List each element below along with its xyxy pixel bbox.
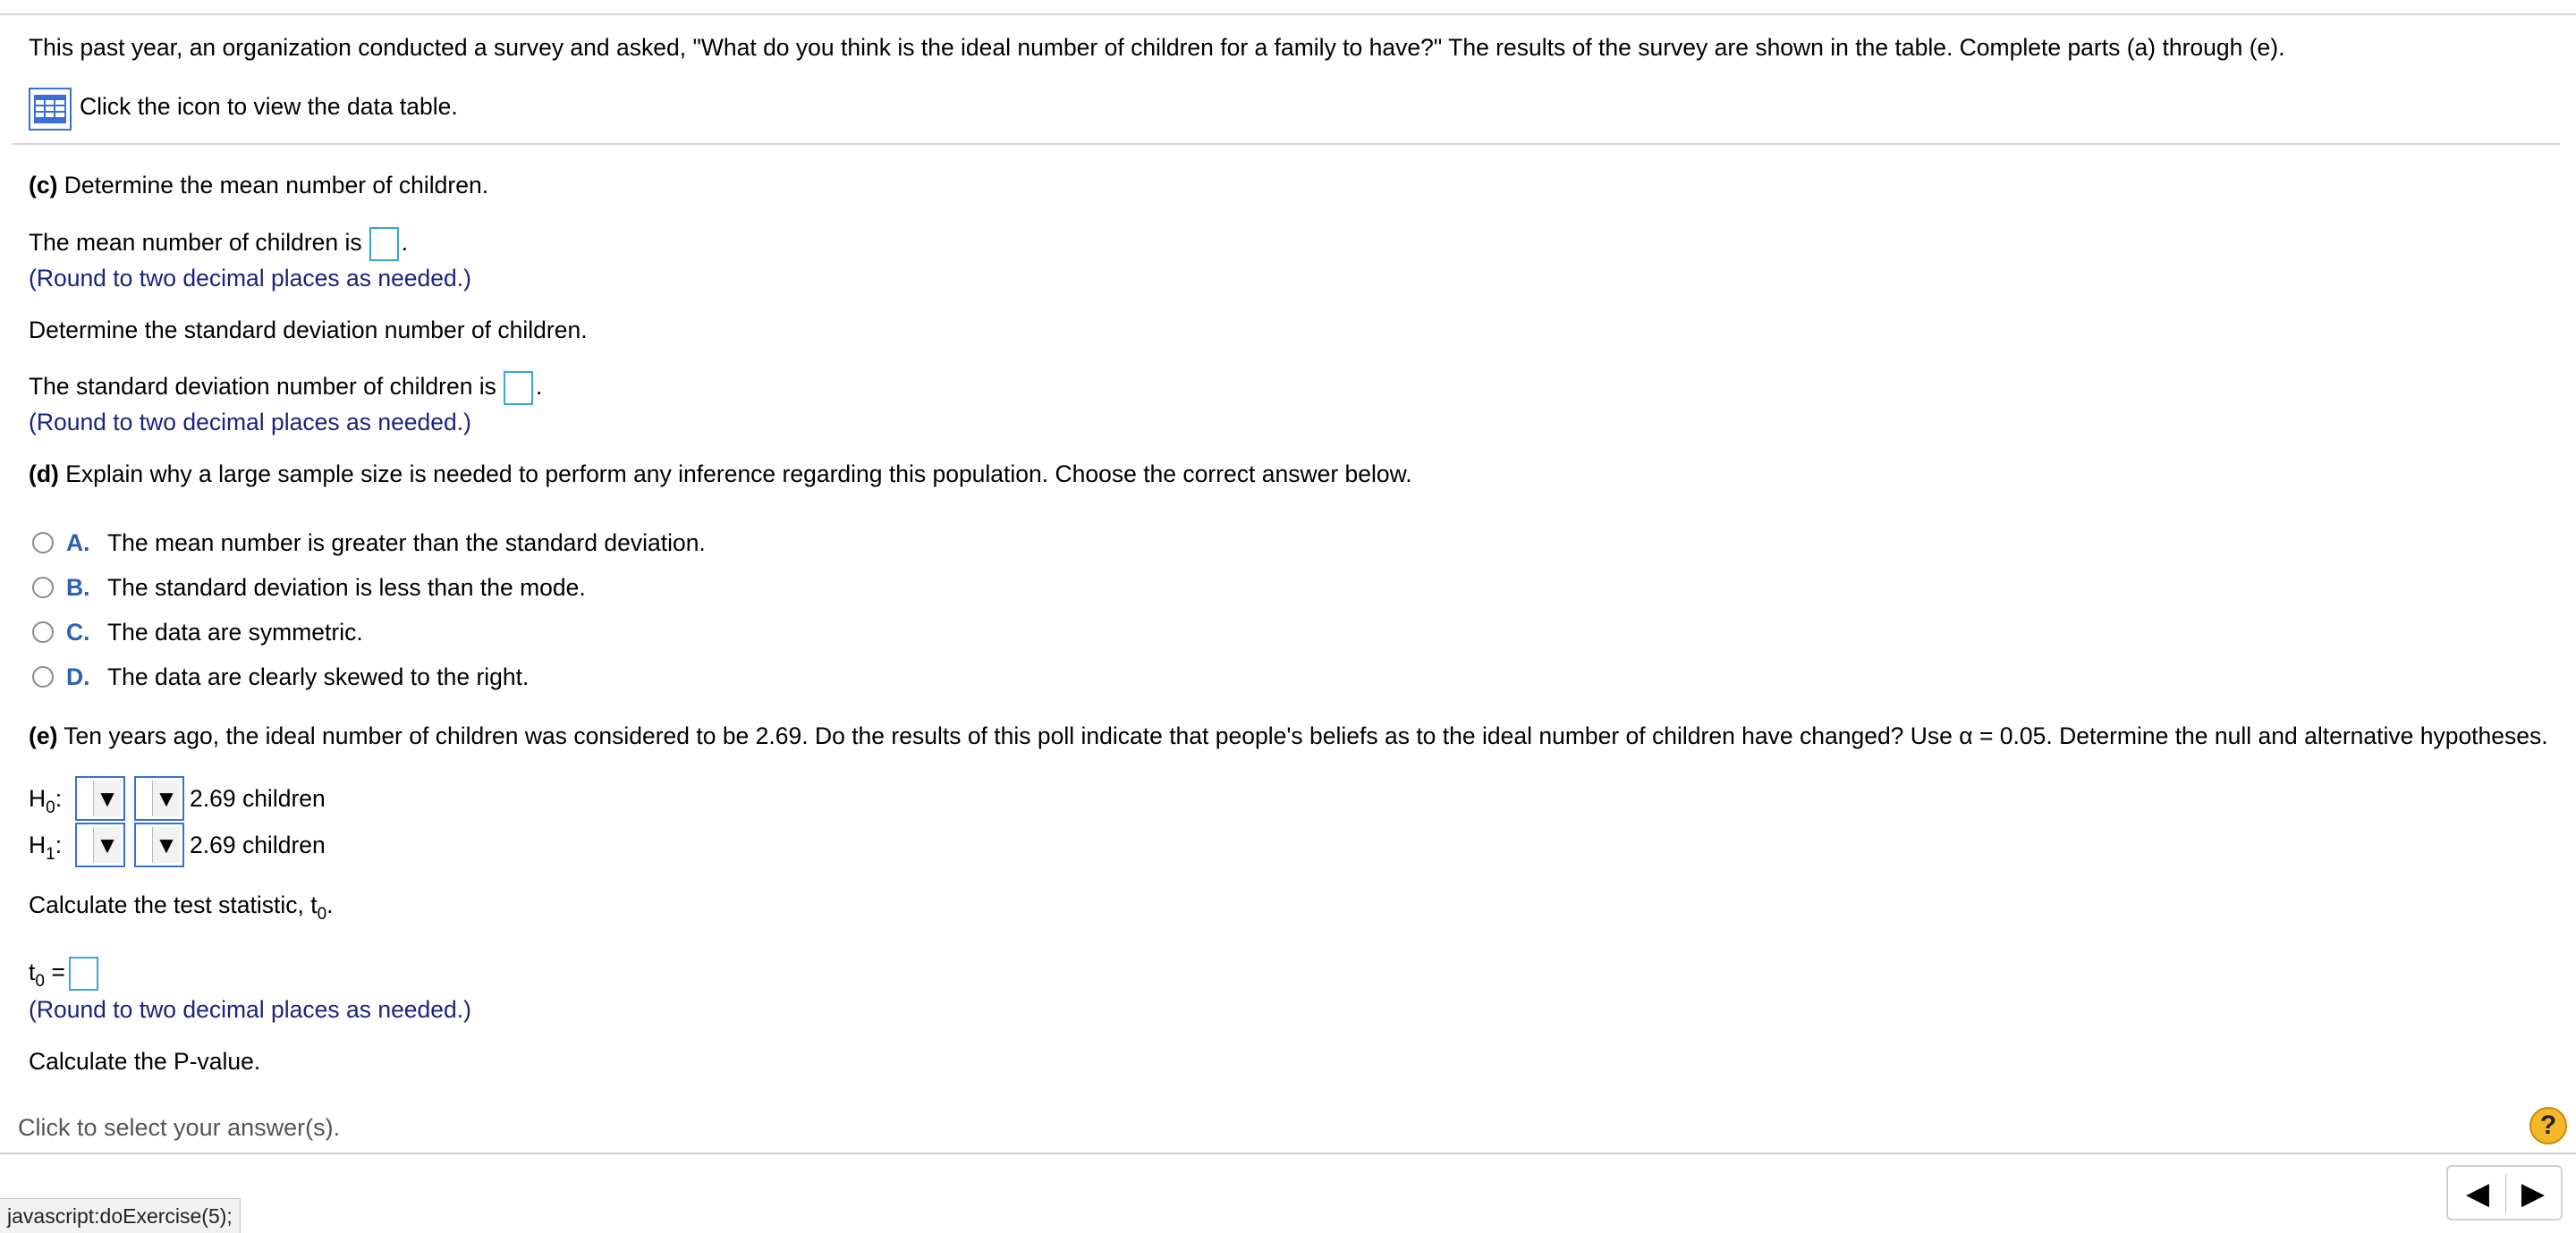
part-e-text: Ten years ago, the ideal number of child…: [64, 722, 2548, 749]
option-c[interactable]: C. The data are symmetric.: [32, 617, 363, 647]
footer-instruction: Click to select your answer(s).: [18, 1114, 341, 1141]
help-icon[interactable]: ?: [2529, 1107, 2567, 1144]
h1-subscript: 1: [46, 845, 55, 864]
radio-d[interactable]: [32, 666, 54, 688]
pvalue-prompt: Calculate the P-value.: [29, 1048, 261, 1075]
sd-line: The standard deviation number of childre…: [29, 371, 542, 405]
chevron-down-icon: ▼: [152, 781, 180, 816]
question-intro: This past year, an organization conducte…: [29, 34, 2285, 61]
exercise-nav: ◀ ▶: [2446, 1165, 2563, 1220]
mean-answer-box[interactable]: [369, 227, 399, 261]
t0-subscript: 0: [35, 972, 45, 991]
part-e-prompt: (e) Ten years ago, the ideal number of c…: [29, 721, 2548, 751]
radio-b[interactable]: [32, 577, 54, 598]
sd-prompt: Determine the standard deviation number …: [29, 317, 588, 343]
sd-answer-box[interactable]: [503, 371, 533, 405]
h1-value: 2.69 children: [190, 832, 326, 858]
t0-round-note: (Round to two decimal places as needed.): [29, 996, 471, 1023]
option-a-letter: A.: [66, 529, 90, 556]
option-a[interactable]: A. The mean number is greater than the st…: [32, 528, 706, 558]
mean-text: The mean number of children is: [29, 229, 362, 256]
option-b-letter: B.: [66, 574, 90, 601]
section-divider: [13, 143, 2560, 145]
h0-parameter-select[interactable]: ▼: [75, 776, 125, 821]
part-e-label: (e): [29, 722, 58, 749]
h1-parameter-select[interactable]: ▼: [75, 823, 125, 867]
nav-separator: [2505, 1174, 2506, 1213]
next-button[interactable]: ▶: [2514, 1175, 2552, 1212]
option-d-text: The data are clearly skewed to the right…: [107, 663, 530, 690]
sd-round-note: (Round to two decimal places as needed.): [29, 409, 471, 435]
h0-operator-select[interactable]: ▼: [134, 776, 184, 821]
test-stat-period: .: [326, 891, 334, 918]
radio-a[interactable]: [32, 532, 54, 553]
mean-suffix: .: [401, 229, 409, 256]
option-d[interactable]: D. The data are clearly skewed to the rig…: [32, 662, 529, 692]
option-d-letter: D.: [66, 663, 90, 690]
sd-text: The standard deviation number of childre…: [29, 373, 496, 400]
option-c-letter: C.: [66, 619, 90, 646]
option-b[interactable]: B. The standard deviation is less than th…: [32, 572, 586, 603]
part-d-prompt: (d) Explain why a large sample size is n…: [29, 459, 1412, 489]
mean-round-note: (Round to two decimal places as needed.): [29, 265, 471, 291]
t0-line: t0 =: [29, 957, 101, 991]
h1-label: H1:: [29, 830, 62, 864]
part-d-label: (d): [29, 460, 59, 487]
h1-colon: :: [55, 832, 63, 858]
sd-suffix: .: [535, 373, 543, 400]
chevron-down-icon: ▼: [93, 781, 121, 816]
option-c-text: The data are symmetric.: [107, 619, 363, 646]
part-c-label: (c): [29, 172, 58, 198]
t0-equals: =: [51, 959, 65, 985]
part-c-prompt: (c) Determine the mean number of childre…: [29, 170, 488, 200]
data-table-icon[interactable]: [29, 88, 72, 131]
h0-label: H0:: [29, 783, 62, 817]
chevron-down-icon: ▼: [152, 827, 180, 863]
option-b-text: The standard deviation is less than the …: [107, 574, 586, 601]
radio-c[interactable]: [32, 621, 54, 643]
h0-subscript: 0: [46, 798, 55, 817]
chevron-down-icon: ▼: [93, 827, 121, 863]
h0-letter: H: [29, 785, 47, 812]
option-a-text: The mean number is greater than the stan…: [107, 529, 706, 556]
top-divider: [0, 13, 2576, 15]
test-stat-subscript: 0: [317, 905, 327, 924]
previous-button[interactable]: ◀: [2459, 1175, 2496, 1212]
test-stat-text: Calculate the test statistic, t: [29, 891, 318, 918]
status-bar: javascript:doExercise(5);: [0, 1198, 241, 1233]
footer-divider: [0, 1153, 2576, 1154]
h1-letter: H: [29, 832, 47, 858]
t0-answer-box[interactable]: [68, 957, 98, 991]
part-c-text: Determine the mean number of children.: [64, 172, 489, 198]
part-d-text: Explain why a large sample size is neede…: [65, 460, 1412, 487]
data-table-link[interactable]: Click the icon to view the data table.: [80, 91, 458, 122]
mean-line: The mean number of children is.: [29, 227, 408, 261]
h1-operator-select[interactable]: ▼: [134, 823, 184, 867]
test-stat-prompt: Calculate the test statistic, t0.: [29, 890, 334, 924]
h0-colon: :: [55, 785, 63, 812]
h0-value: 2.69 children: [190, 785, 326, 812]
